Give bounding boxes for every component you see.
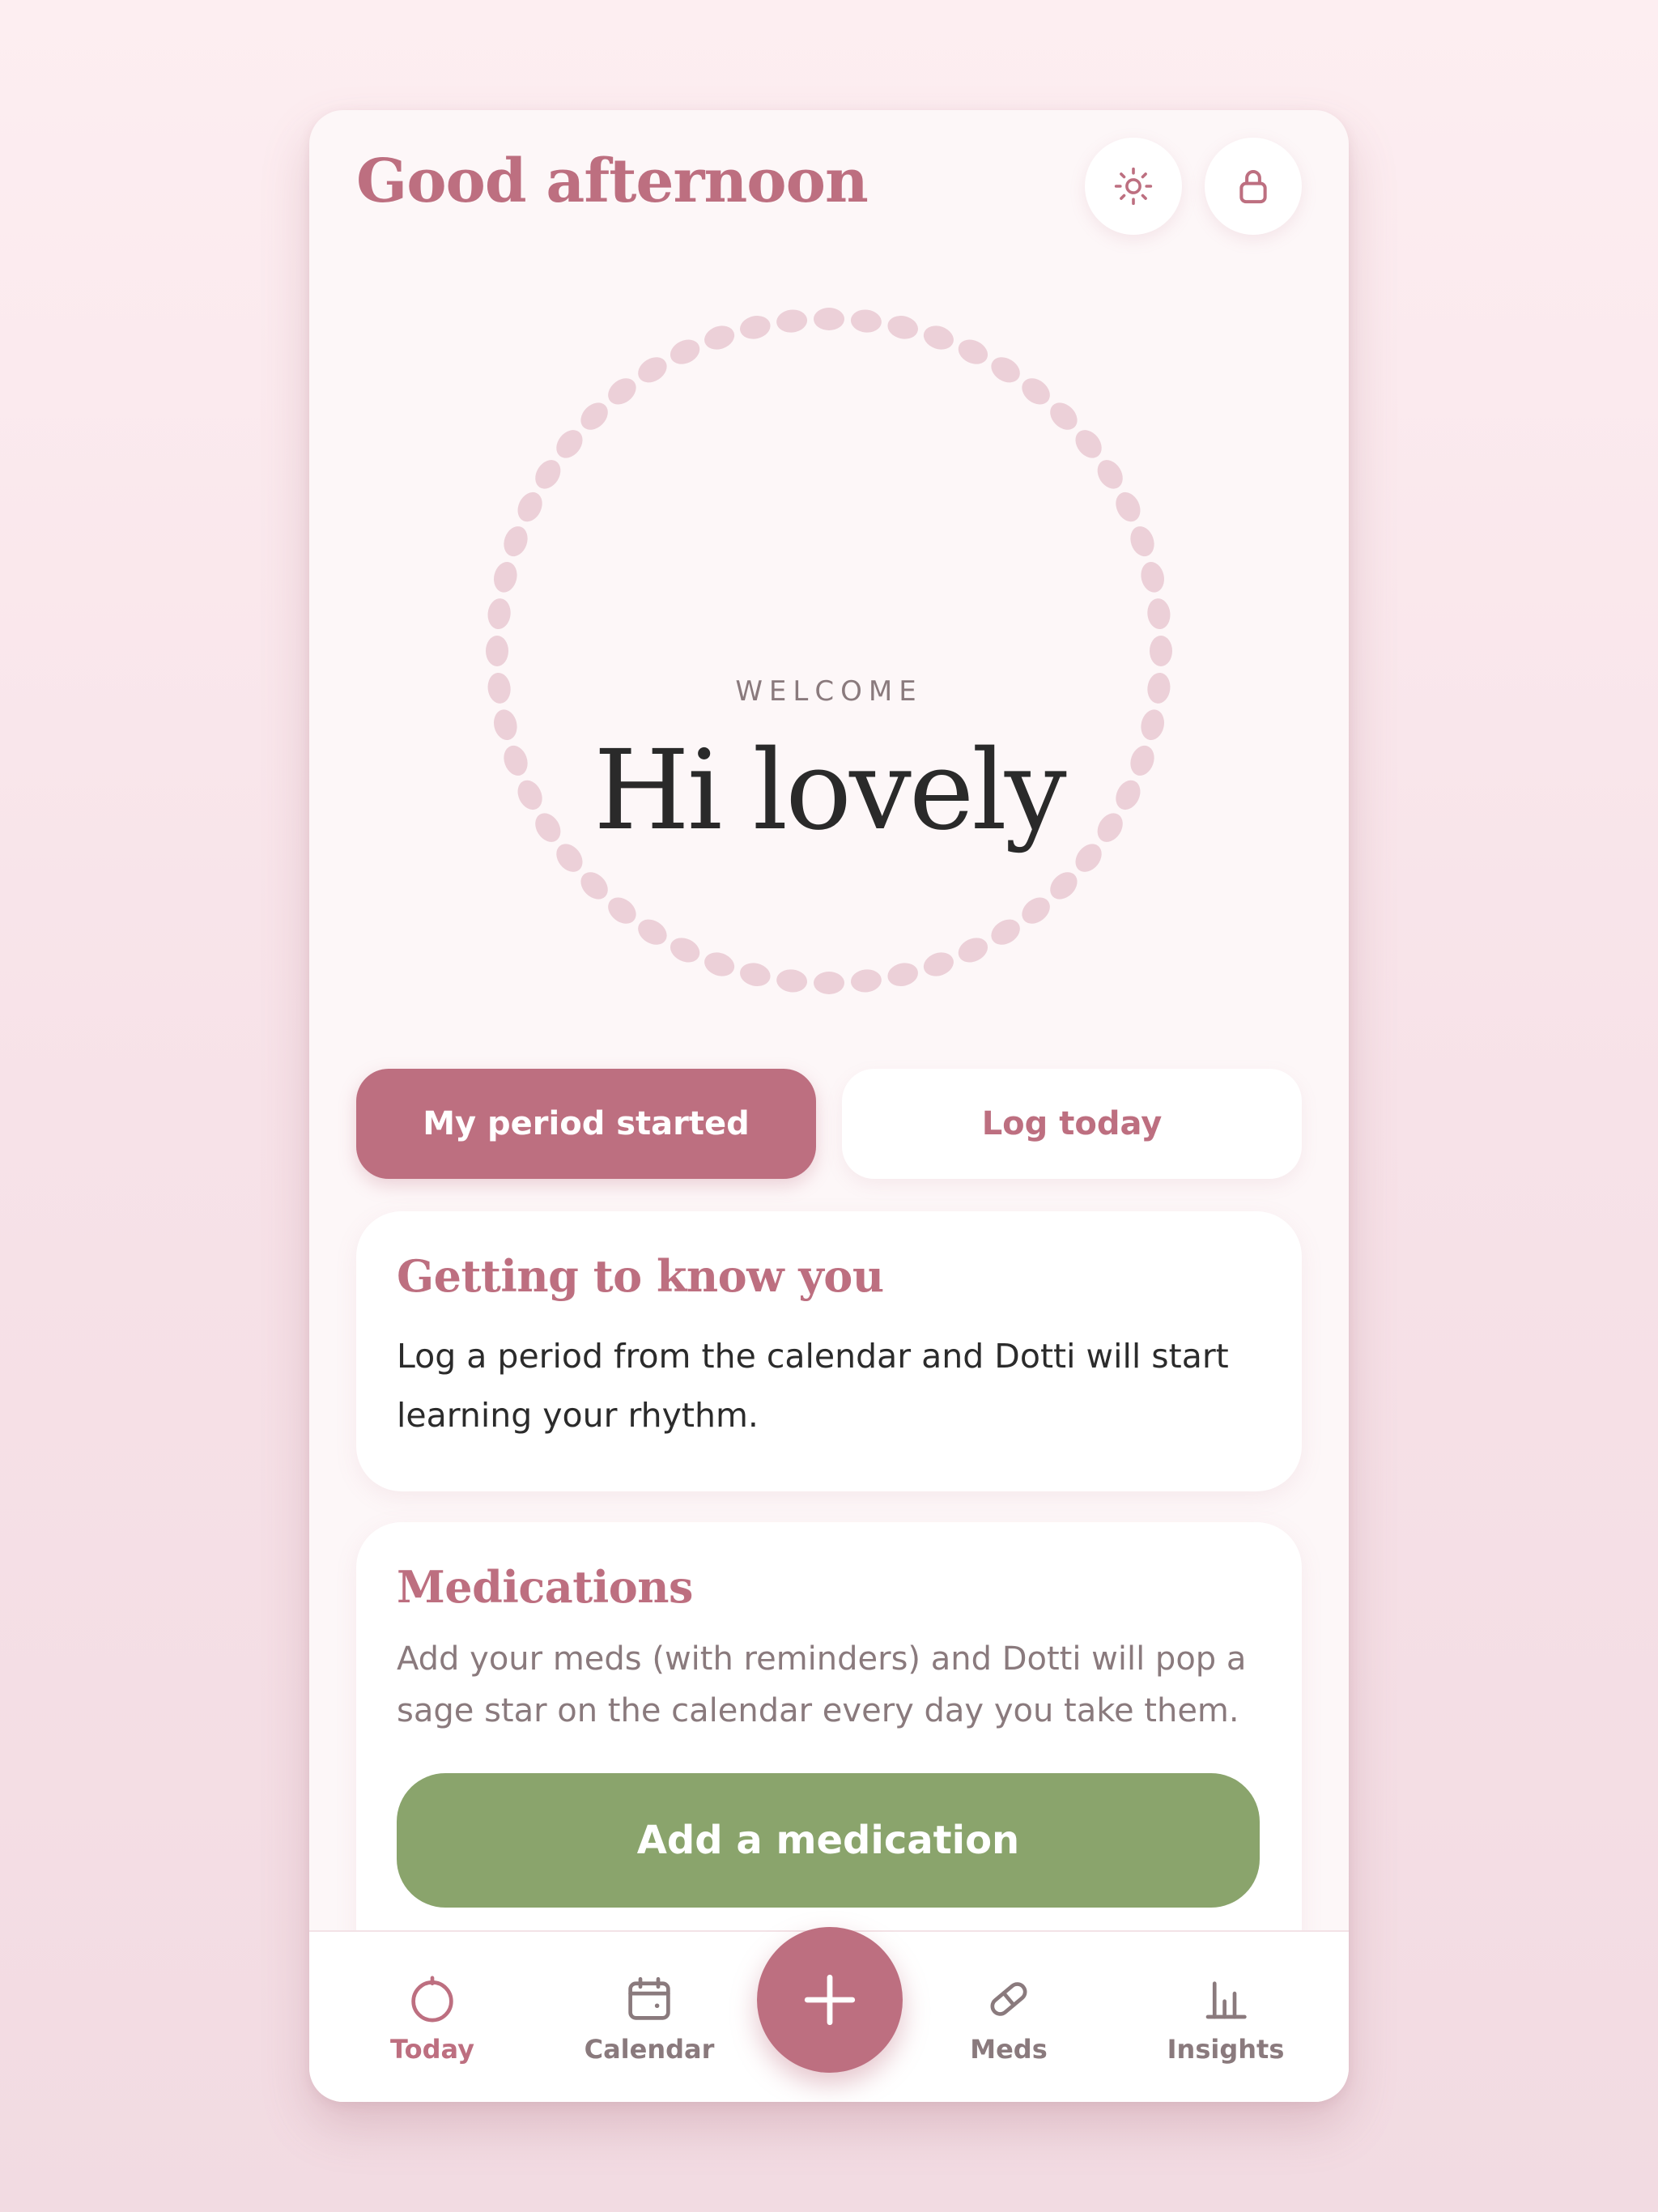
- ring-dot: [991, 919, 1020, 945]
- greeting-title: Good afternoon: [356, 147, 869, 216]
- add-medication-button[interactable]: Add a medication: [397, 1773, 1260, 1908]
- ring-dot: [1097, 460, 1123, 489]
- ring-dot: [580, 872, 608, 900]
- card-body-line: sage star on the calendar every day you …: [397, 1691, 1239, 1729]
- sun-icon: [1114, 167, 1153, 206]
- ring-dot: [991, 357, 1020, 383]
- ring-dot: [494, 562, 517, 593]
- ring-dot: [814, 308, 844, 330]
- ring-dot: [580, 402, 608, 430]
- cycle-ring: WELCOME Hi lovely: [483, 304, 1175, 998]
- period-started-button[interactable]: My period started: [356, 1069, 816, 1179]
- ring-dot: [958, 339, 988, 364]
- cycle-ring-dots: [486, 308, 1172, 994]
- ring-dot: [608, 378, 636, 405]
- ring-dot: [670, 339, 700, 364]
- ring-dot: [776, 969, 808, 993]
- ring-dot: [887, 963, 918, 986]
- tab-label: Calendar: [584, 2034, 715, 2065]
- lock-button[interactable]: [1205, 138, 1302, 235]
- ring-dot: [704, 952, 735, 976]
- plus-icon: [804, 1974, 856, 2026]
- ring-dot: [704, 325, 735, 350]
- add-entry-fab[interactable]: [757, 1927, 903, 2073]
- ring-dot: [1050, 872, 1078, 900]
- ring-dot: [1116, 491, 1141, 522]
- ring-dot: [487, 598, 511, 630]
- pill-icon: [990, 1982, 1027, 2016]
- ring-dot: [776, 309, 808, 333]
- ring-dot: [1130, 526, 1154, 557]
- ring-dot: [517, 491, 542, 522]
- calendar-icon: [628, 1976, 670, 2020]
- ring-dot: [887, 316, 918, 339]
- ring-dot: [504, 526, 528, 557]
- card-title: Getting to know you: [397, 1250, 884, 1302]
- tab-meds[interactable]: Meds: [920, 1932, 1098, 2102]
- ring-dot: [535, 460, 561, 489]
- ring-dot: [740, 316, 771, 339]
- hero-greeting: Hi lovely: [593, 727, 1066, 855]
- ring-dot: [638, 919, 667, 945]
- ring-dot: [958, 938, 988, 963]
- circle-icon: [411, 1976, 453, 2023]
- ring-dot: [1141, 562, 1164, 593]
- ring-dot: [486, 636, 508, 666]
- ring-dot: [923, 325, 954, 350]
- ring-dot: [1050, 402, 1078, 430]
- ring-dot: [638, 357, 667, 383]
- theme-toggle-button[interactable]: [1085, 138, 1182, 235]
- card-body: Log a period from the calendar and Dotti…: [397, 1327, 1261, 1445]
- app-screen: Good afternoon WELCOME Hi lovely My peri…: [309, 110, 1349, 2102]
- ring-dot: [850, 309, 882, 333]
- ring-dot: [556, 430, 583, 458]
- tab-today[interactable]: Today: [343, 1932, 521, 2102]
- log-today-button[interactable]: Log today: [842, 1069, 1302, 1179]
- tab-label: Meds: [970, 2034, 1048, 2065]
- ring-dot: [850, 969, 882, 993]
- ring-dot: [1147, 598, 1171, 630]
- bar-chart-icon: [1205, 1981, 1247, 2019]
- getting-to-know-card: Getting to know you Log a period from th…: [356, 1211, 1302, 1491]
- lock-icon: [1239, 170, 1267, 204]
- card-title: Medications: [397, 1561, 693, 1613]
- ring-dot: [608, 897, 636, 924]
- ring-dot: [740, 963, 771, 986]
- ring-dot: [923, 952, 954, 976]
- card-body-line: Add your meds (with reminders) and Dotti…: [397, 1640, 1247, 1678]
- ring-dot: [1022, 897, 1050, 924]
- card-body-line: learning your rhythm.: [397, 1395, 759, 1435]
- tab-calendar[interactable]: Calendar: [560, 1932, 738, 2102]
- tab-insights[interactable]: Insights: [1137, 1932, 1315, 2102]
- tab-label: Insights: [1167, 2034, 1285, 2065]
- ring-dot: [1075, 430, 1102, 458]
- ring-dot: [1150, 636, 1172, 666]
- ring-dot: [1022, 378, 1050, 405]
- card-body: Add your meds (with reminders) and Dotti…: [397, 1633, 1261, 1737]
- card-body-line: Log a period from the calendar and Dotti…: [397, 1336, 1229, 1376]
- ring-dot: [670, 938, 700, 963]
- tab-label: Today: [390, 2034, 474, 2065]
- welcome-label: WELCOME: [735, 675, 923, 708]
- ring-dot: [814, 972, 844, 994]
